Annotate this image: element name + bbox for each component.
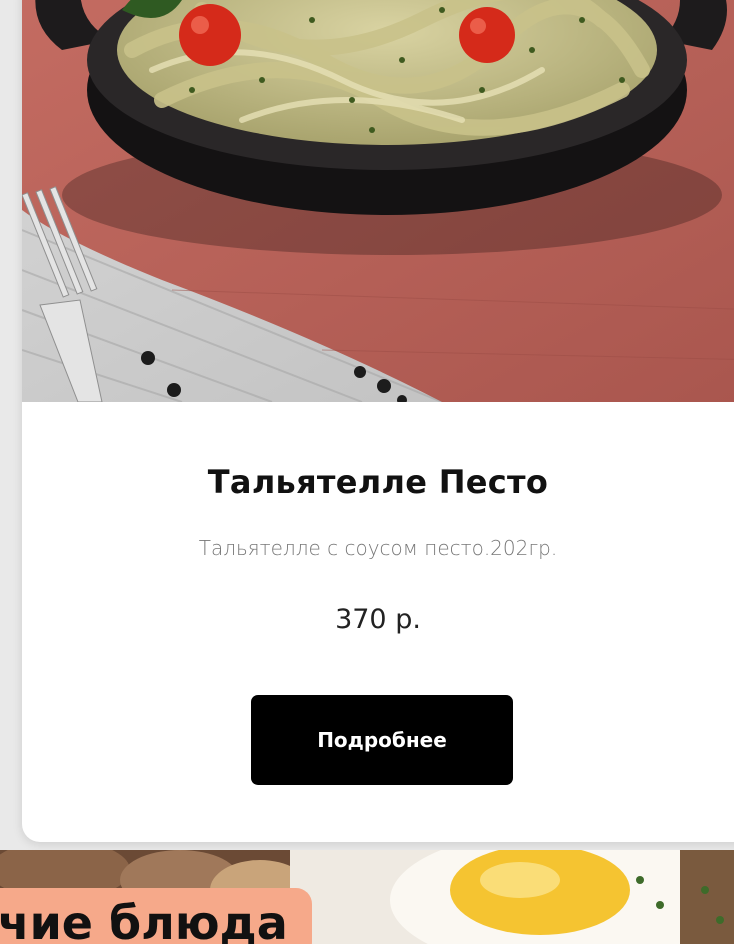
product-description: Тальятелле с соусом песто.202гр. [198, 536, 558, 560]
section-label[interactable]: чие блюда [0, 888, 312, 944]
product-title: Тальятелле Песто [207, 463, 549, 501]
product-card[interactable]: Тальятелле Песто Тальятелле с соусом пес… [22, 0, 734, 842]
product-photo[interactable] [22, 0, 734, 402]
details-button[interactable]: Подробнее [251, 695, 513, 785]
next-section-banner[interactable]: чие блюда [0, 850, 734, 944]
product-price: 370 р. [335, 604, 421, 635]
